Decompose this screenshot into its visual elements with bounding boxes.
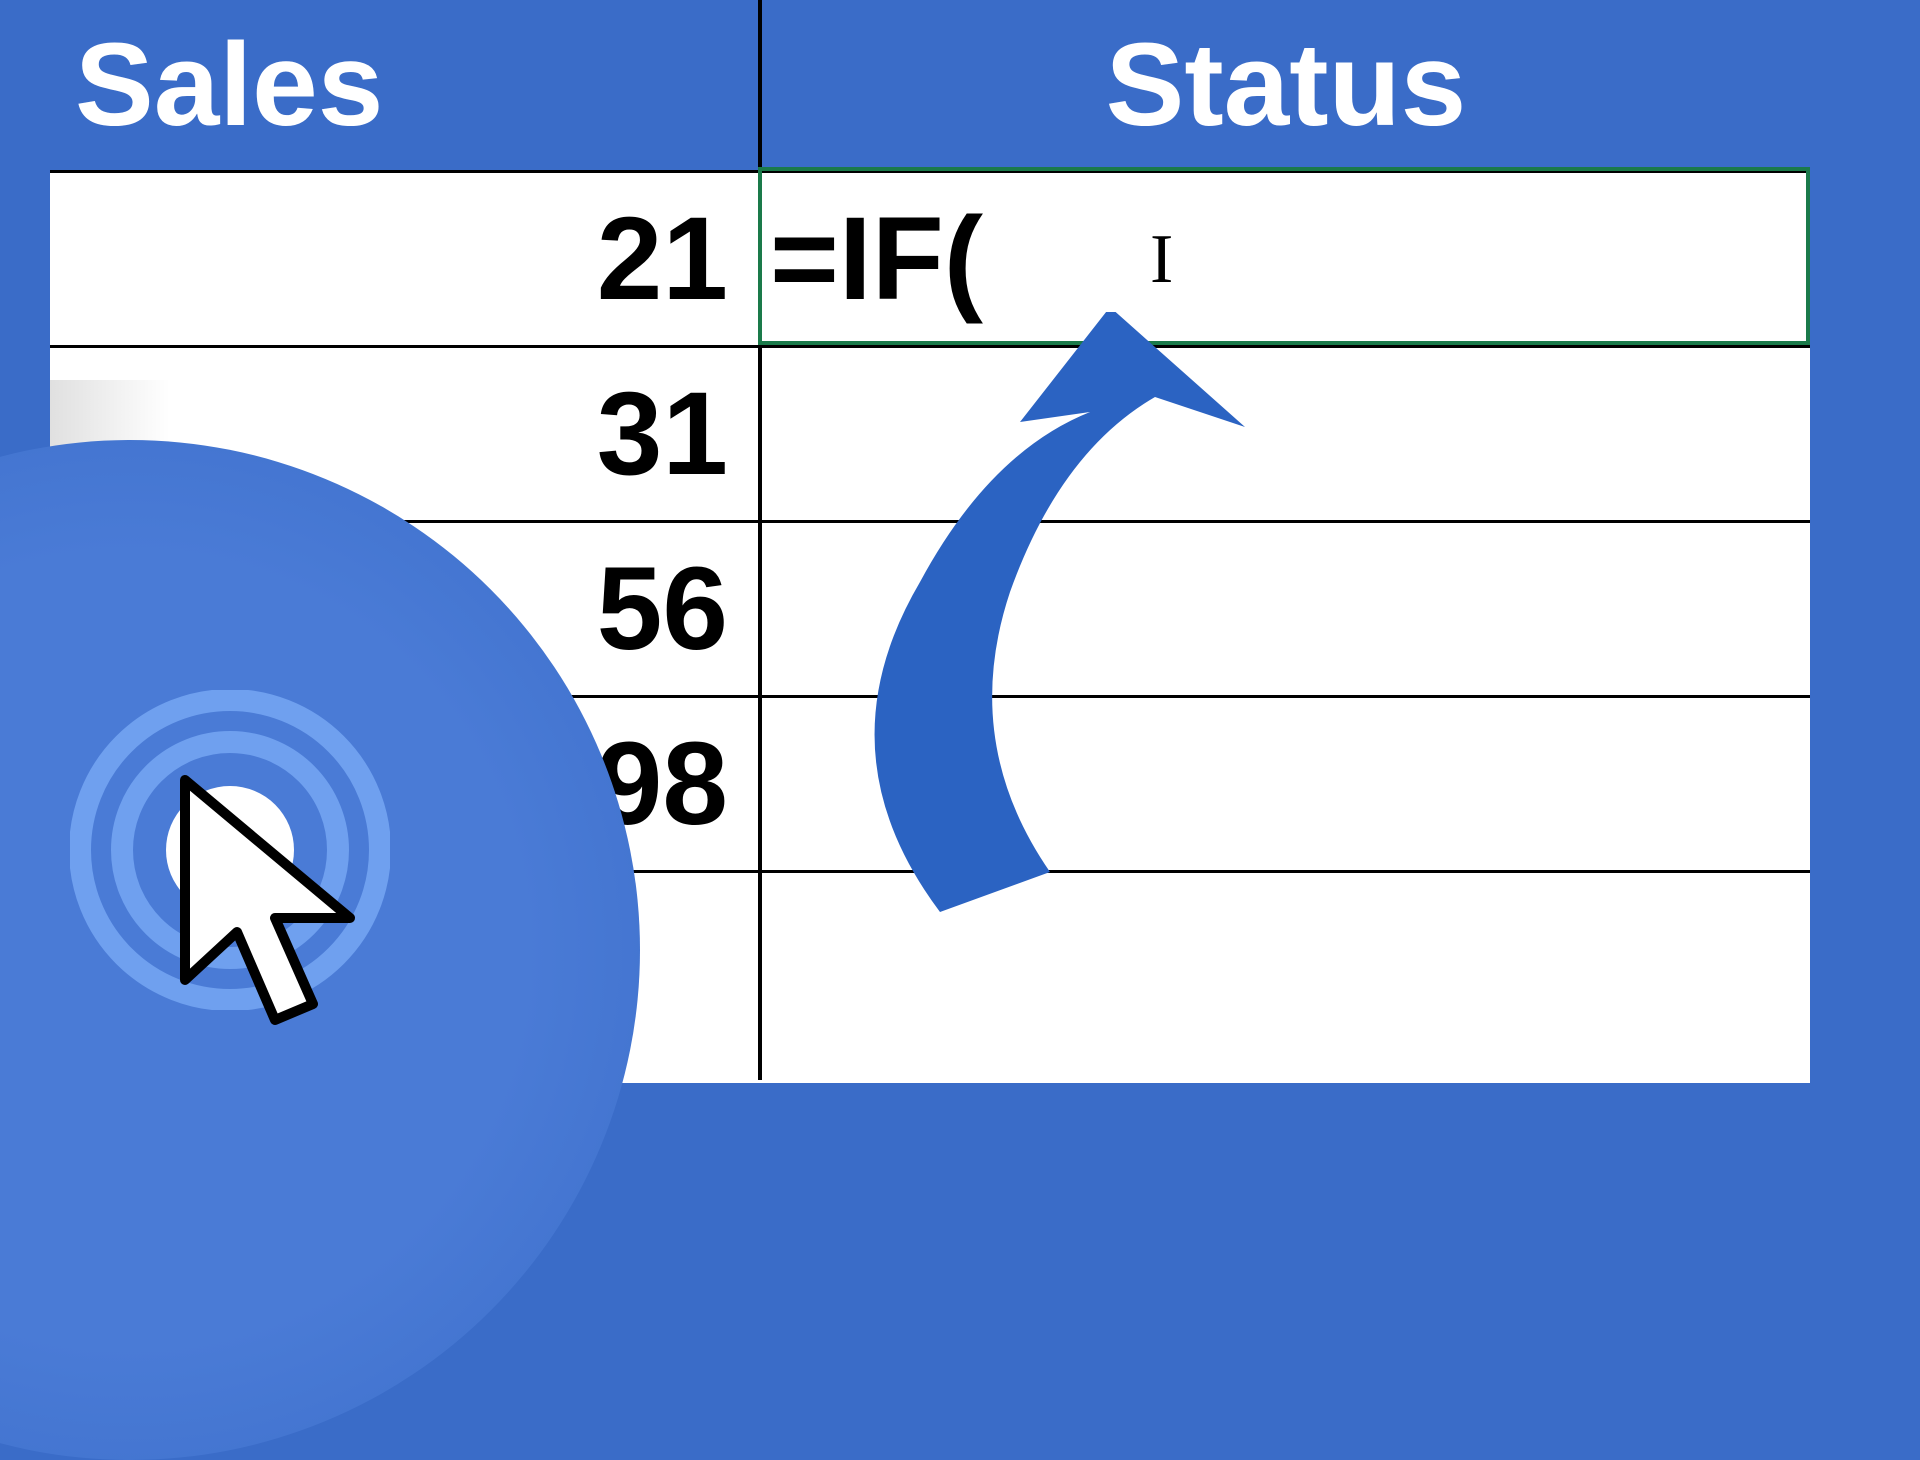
column-header-label: Status	[1106, 17, 1467, 153]
cell-status[interactable]	[762, 348, 1810, 520]
cell-status[interactable]	[762, 698, 1810, 870]
cell-formula: =IF(	[770, 191, 983, 327]
cell-sales[interactable]: 21	[50, 173, 758, 345]
cell-status-editing[interactable]: =IF(	[762, 173, 1810, 345]
cell-status[interactable]	[762, 873, 1810, 1083]
cell-status[interactable]	[762, 523, 1810, 695]
cursor-arrow-icon	[165, 770, 375, 1030]
column-divider[interactable]	[758, 0, 762, 1080]
cell-value: 56	[597, 541, 728, 677]
table-row: 21 =IF(	[50, 170, 1810, 345]
column-header-status[interactable]: Status	[762, 0, 1810, 170]
cell-value: 21	[597, 191, 728, 327]
column-header-sales[interactable]: Sales	[50, 0, 758, 170]
text-cursor-icon: I	[1150, 220, 1173, 300]
column-header-label: Sales	[75, 17, 383, 153]
cell-value: 31	[597, 366, 728, 502]
